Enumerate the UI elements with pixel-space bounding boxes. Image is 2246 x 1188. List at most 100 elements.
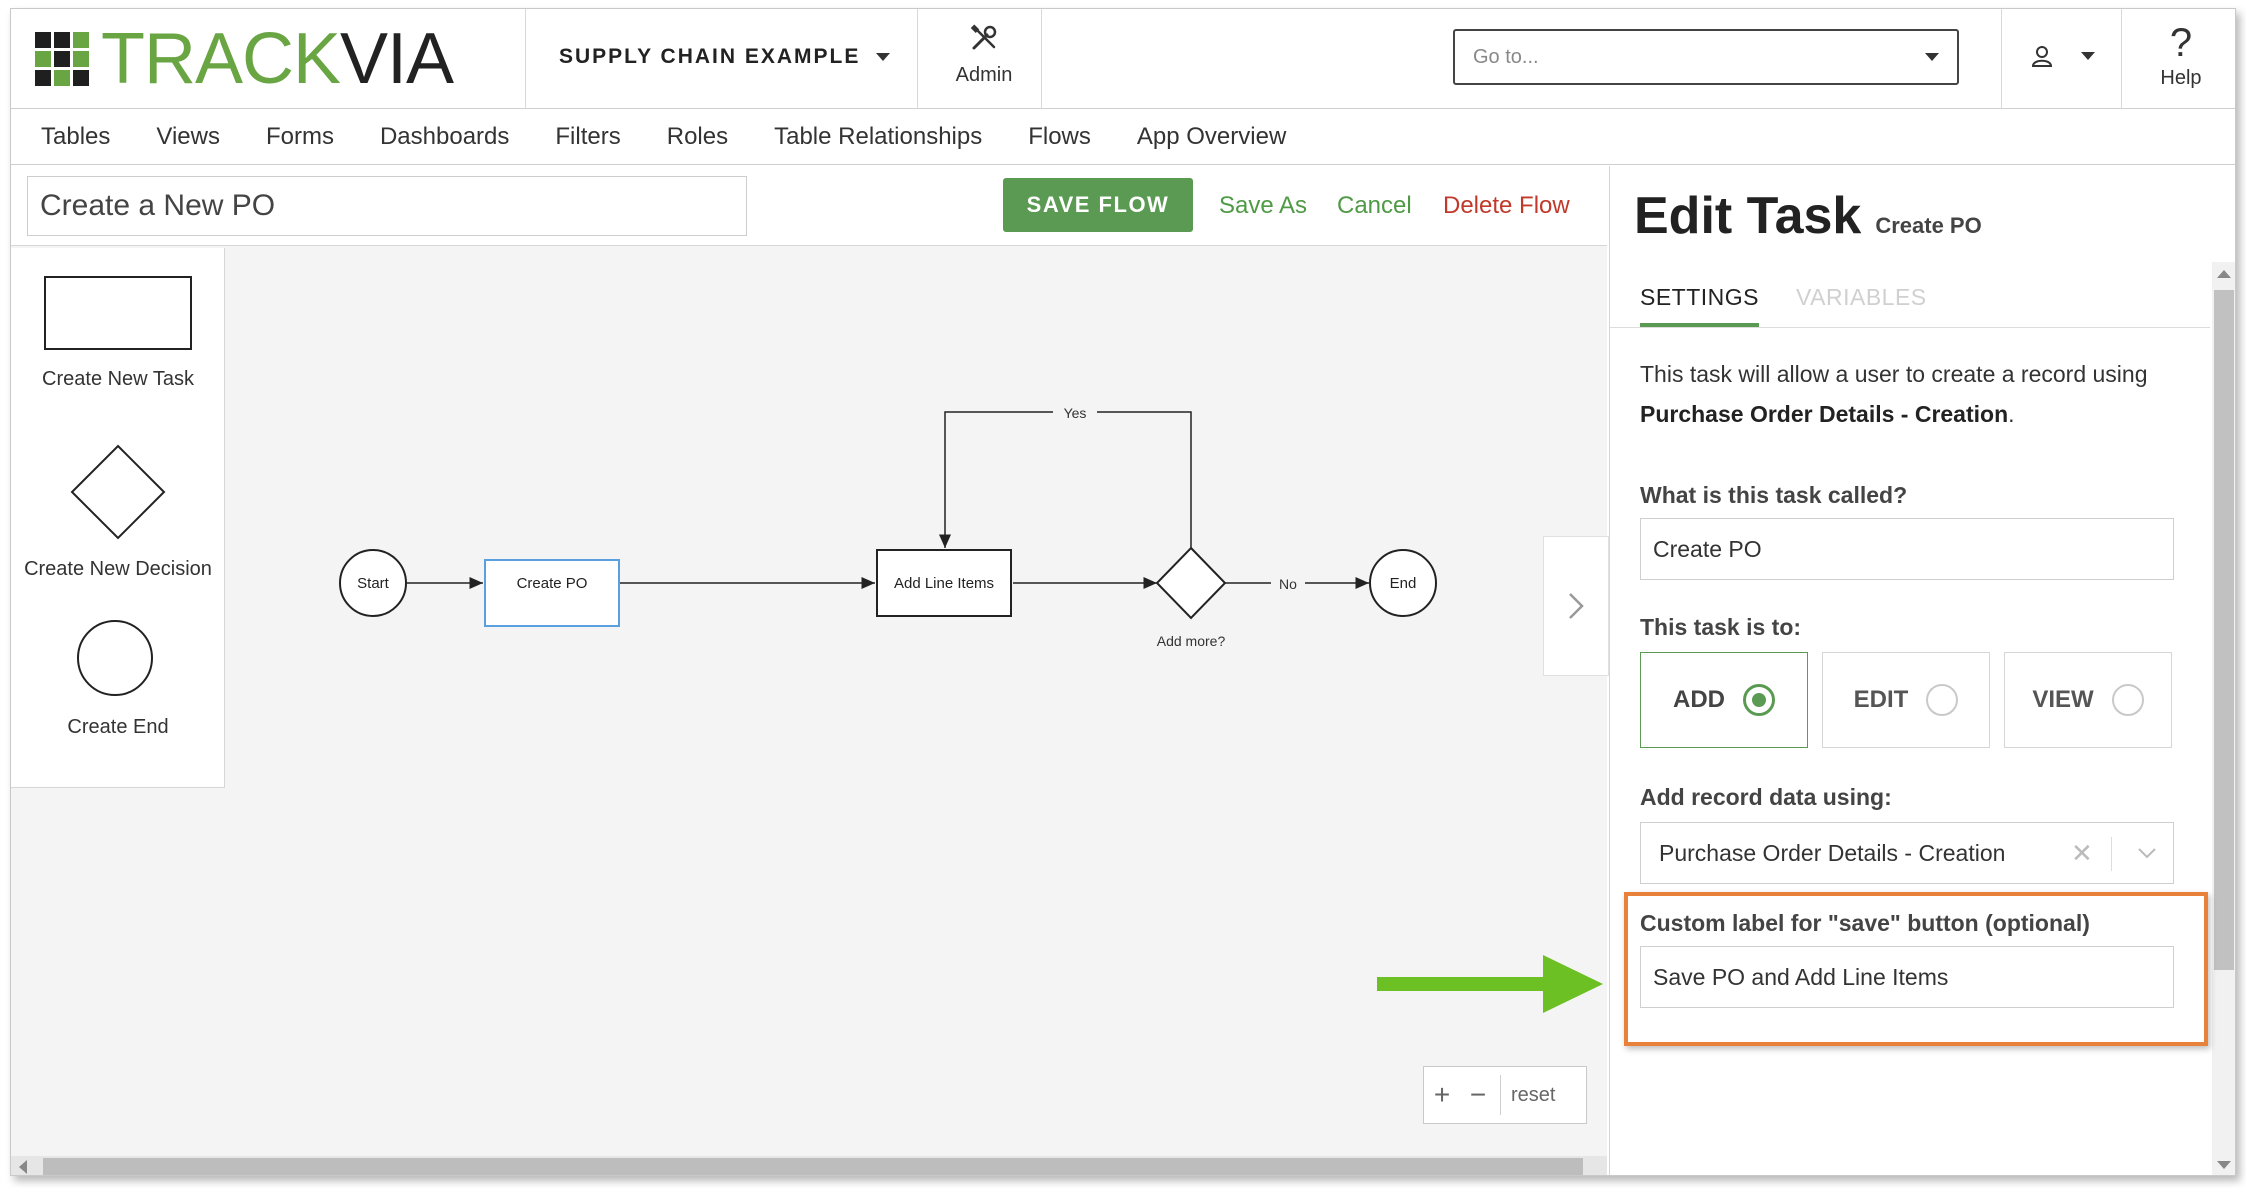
start-label: Start bbox=[357, 575, 390, 592]
logo-tile bbox=[35, 32, 51, 48]
record-data-label: Add record data using: bbox=[1640, 784, 1892, 810]
logo-tile bbox=[73, 32, 89, 48]
chevron-down-icon[interactable] bbox=[2135, 841, 2159, 865]
scroll-down-icon[interactable] bbox=[2217, 1161, 2231, 1169]
save-label-input[interactable]: Save PO and Add Line Items bbox=[1640, 946, 2174, 1008]
no-label: No bbox=[1279, 576, 1297, 592]
palette-create-end[interactable]: Create End bbox=[11, 618, 225, 739]
scroll-up-icon[interactable] bbox=[2217, 270, 2231, 278]
vertical-scrollbar[interactable] bbox=[2212, 262, 2235, 1175]
logo-tile bbox=[35, 70, 51, 86]
connector-yes-b bbox=[939, 411, 1053, 548]
scroll-left-icon[interactable] bbox=[19, 1160, 27, 1174]
zoom-controls: + − reset bbox=[1423, 1066, 1587, 1124]
caret-down-icon bbox=[2081, 52, 2095, 60]
help-button[interactable]: ? Help bbox=[2131, 23, 2231, 90]
divider bbox=[1041, 9, 1042, 109]
editor-toolbar: Create a New PO SAVE FLOW Save As Cancel… bbox=[11, 166, 1607, 246]
goto-select[interactable]: Go to... bbox=[1453, 29, 1959, 85]
app-switcher[interactable]: SUPPLY CHAIN EXAMPLE bbox=[559, 45, 891, 69]
add-line-items-label: Add Line Items bbox=[894, 575, 994, 592]
scrollbar-thumb[interactable] bbox=[43, 1158, 1583, 1175]
logo-tile bbox=[54, 32, 70, 48]
save-as-link[interactable]: Save As bbox=[1219, 192, 1307, 220]
logo-tile bbox=[35, 51, 51, 67]
option-view[interactable]: VIEW bbox=[2004, 652, 2172, 748]
zoom-reset-button[interactable]: reset bbox=[1511, 1084, 1555, 1107]
palette-create-decision[interactable]: Create New Decision bbox=[11, 444, 225, 581]
caret-down-icon bbox=[876, 53, 891, 61]
user-menu[interactable] bbox=[2031, 45, 2095, 67]
caret-down-icon bbox=[1925, 53, 1939, 61]
nav-item-roles[interactable]: Roles bbox=[667, 123, 728, 151]
divider bbox=[1500, 1075, 1501, 1115]
logo-grid-icon bbox=[35, 32, 89, 86]
main-nav: Tables Views Forms Dashboards Filters Ro… bbox=[11, 109, 2235, 165]
option-view-label: VIEW bbox=[2032, 686, 2094, 713]
edit-task-panel: Edit Task Create PO SETTINGS VARIABLES T… bbox=[1609, 166, 2235, 1175]
tab-settings[interactable]: SETTINGS bbox=[1640, 284, 1760, 327]
app-window: TRACK VIA SUPPLY CHAIN EXAMPLE Admin Go t… bbox=[10, 8, 2236, 1176]
save-flow-button[interactable]: SAVE FLOW bbox=[1003, 178, 1193, 232]
task-type-label: This task is to: bbox=[1640, 614, 1802, 640]
nav-item-tables[interactable]: Tables bbox=[41, 123, 110, 151]
panel-tabs: SETTINGS VARIABLES bbox=[1610, 262, 2210, 328]
zoom-out-button[interactable]: − bbox=[1460, 1079, 1496, 1111]
task-name-label: What is this task called? bbox=[1640, 482, 1908, 508]
collapse-panel-button[interactable] bbox=[1543, 536, 1609, 676]
zoom-in-button[interactable]: + bbox=[1424, 1079, 1460, 1111]
divider bbox=[2001, 9, 2002, 109]
save-label-label: Custom label for "save" button (optional… bbox=[1640, 910, 2090, 936]
nav-item-filters[interactable]: Filters bbox=[555, 123, 620, 151]
scrollbar-thumb[interactable] bbox=[2214, 290, 2234, 970]
panel-header: Edit Task Create PO bbox=[1634, 186, 1982, 246]
logo-tile bbox=[54, 70, 70, 86]
option-edit-label: EDIT bbox=[1853, 686, 1909, 713]
nav-item-app-overview[interactable]: App Overview bbox=[1137, 123, 1286, 151]
goto-placeholder: Go to... bbox=[1473, 45, 1539, 68]
admin-button[interactable]: Admin bbox=[929, 23, 1039, 87]
task-shape-icon bbox=[44, 276, 192, 350]
option-add[interactable]: ADD bbox=[1640, 652, 1808, 748]
admin-label: Admin bbox=[955, 64, 1013, 86]
nav-item-forms[interactable]: Forms bbox=[266, 123, 334, 151]
end-label: End bbox=[1390, 575, 1417, 592]
nav-item-table-relationships[interactable]: Table Relationships bbox=[774, 123, 982, 151]
delete-flow-link[interactable]: Delete Flow bbox=[1443, 192, 1570, 220]
top-bar: TRACK VIA SUPPLY CHAIN EXAMPLE Admin Go t… bbox=[11, 9, 2235, 109]
tab-variables[interactable]: VARIABLES bbox=[1796, 284, 1927, 311]
option-add-label: ADD bbox=[1673, 686, 1725, 713]
divider bbox=[525, 9, 526, 109]
app-name-label: SUPPLY CHAIN EXAMPLE bbox=[559, 45, 861, 68]
yes-label: Yes bbox=[1064, 405, 1087, 421]
help-label: Help bbox=[2160, 67, 2202, 89]
flow-name-input[interactable]: Create a New PO bbox=[27, 176, 747, 236]
decision-shape-icon bbox=[70, 444, 166, 540]
task-name-input[interactable]: Create PO bbox=[1640, 518, 2174, 580]
flow-editor: Create a New PO SAVE FLOW Save As Cancel… bbox=[11, 166, 1609, 1175]
clear-icon[interactable]: ✕ bbox=[2071, 838, 2093, 869]
nav-item-dashboards[interactable]: Dashboards bbox=[380, 123, 509, 151]
palette-end-label: Create End bbox=[67, 716, 169, 738]
tools-icon bbox=[970, 24, 997, 50]
end-shape-icon bbox=[77, 620, 153, 696]
nav-item-views[interactable]: Views bbox=[156, 123, 220, 151]
cancel-link[interactable]: Cancel bbox=[1337, 192, 1412, 220]
option-edit[interactable]: EDIT bbox=[1822, 652, 1990, 748]
nav-item-flows[interactable]: Flows bbox=[1028, 123, 1091, 151]
create-po-label: Create PO bbox=[517, 575, 588, 592]
radio-selected-icon bbox=[1743, 684, 1775, 716]
shape-palette: Create New Task Create New Decision Crea… bbox=[11, 248, 225, 788]
logo-text-track: TRACK bbox=[101, 19, 341, 99]
logo-text-via: VIA bbox=[340, 19, 454, 99]
trackvia-logo[interactable]: TRACK VIA bbox=[35, 19, 454, 99]
horizontal-scrollbar[interactable] bbox=[11, 1156, 1607, 1175]
create-po-node[interactable] bbox=[484, 559, 620, 627]
divider bbox=[2121, 9, 2122, 109]
palette-create-task[interactable]: Create New Task bbox=[11, 276, 225, 391]
arrow-annotation-icon bbox=[1377, 955, 1603, 1013]
decision-node[interactable] bbox=[1155, 546, 1227, 620]
chevron-right-icon bbox=[1569, 593, 1584, 619]
radio-empty-icon bbox=[1926, 684, 1959, 716]
record-data-select[interactable]: Purchase Order Details - Creation ✕ bbox=[1640, 822, 2174, 884]
